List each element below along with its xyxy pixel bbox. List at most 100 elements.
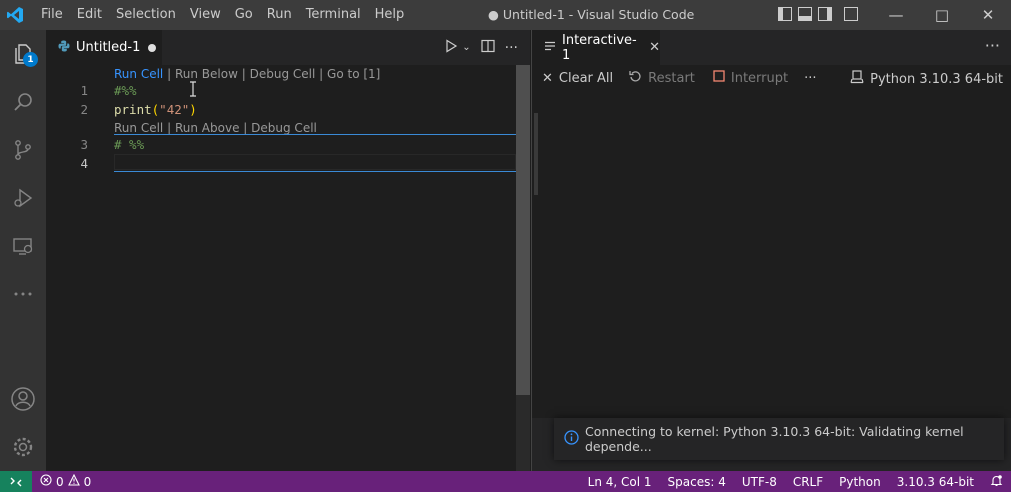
run-cell-link[interactable]: Run Cell [114, 121, 163, 135]
toggle-panel-icon[interactable] [798, 7, 812, 21]
source-control-icon[interactable] [0, 126, 46, 174]
python-interpreter[interactable]: 3.10.3 64-bit [889, 475, 982, 489]
toggle-secondary-sidebar-icon[interactable] [818, 7, 832, 21]
clear-all-button[interactable]: ✕ Clear All [542, 71, 613, 86]
layout-controls [778, 7, 858, 21]
encoding[interactable]: UTF-8 [734, 475, 785, 489]
text-cursor-icon [189, 81, 197, 97]
notifications-bell-icon[interactable] [982, 474, 1011, 490]
tab-label: Untitled-1 [76, 40, 141, 55]
current-line-highlight [114, 154, 516, 170]
interactive-tab-bar: Interactive-1 ✕ ··· [532, 30, 1011, 65]
code-line-3: # %% [114, 137, 145, 152]
kernel-label: Python 3.10.3 64-bit [870, 71, 1003, 87]
menu-view[interactable]: View [183, 0, 228, 30]
explorer-icon[interactable]: 1 [0, 30, 46, 78]
menu-run[interactable]: Run [260, 0, 299, 30]
maximize-icon[interactable]: □ [919, 0, 965, 30]
menu-bar: File Edit Selection View Go Run Terminal… [34, 0, 411, 30]
stop-icon [713, 70, 725, 86]
restart-label: Restart [648, 70, 695, 86]
more-actions-icon[interactable]: ··· [505, 40, 518, 56]
paren-token: ) [189, 102, 197, 117]
split-editor-icon[interactable] [481, 39, 495, 57]
accounts-icon[interactable] [0, 375, 46, 423]
error-icon [40, 474, 52, 489]
cell-separator-line [114, 134, 530, 135]
more-views-icon[interactable] [0, 270, 46, 318]
interactive-scroll-indicator[interactable] [534, 113, 538, 195]
scrollbar-thumb[interactable] [516, 65, 530, 395]
more-toolbar-icon[interactable]: ··· [804, 71, 816, 86]
editor-group-left: Untitled-1 ⌄ ··· Run Cell | Run Below | … [46, 30, 530, 471]
title-bar: File Edit Selection View Go Run Terminal… [0, 0, 1011, 30]
interrupt-button[interactable]: Interrupt [713, 70, 788, 86]
menu-go[interactable]: Go [228, 0, 260, 30]
remote-explorer-icon[interactable] [0, 222, 46, 270]
line-number: 3 [80, 137, 88, 152]
line-number: 4 [80, 156, 88, 171]
menu-selection[interactable]: Selection [109, 0, 183, 30]
error-count: 0 [56, 474, 64, 489]
notification-toast: Connecting to kernel: Python 3.10.3 64-b… [554, 418, 1004, 460]
editor-tab-bar: Untitled-1 ⌄ ··· [46, 30, 530, 65]
tab-untitled-1[interactable]: Untitled-1 [46, 30, 162, 65]
python-file-icon [58, 40, 70, 56]
vertical-scrollbar[interactable] [516, 65, 530, 471]
remote-indicator-icon[interactable] [0, 471, 32, 492]
end-of-line[interactable]: CRLF [785, 475, 831, 489]
kernel-picker[interactable]: Python 3.10.3 64-bit [850, 70, 1003, 88]
run-above-link[interactable]: Run Above [175, 121, 239, 135]
vscode-logo-icon [0, 0, 30, 30]
unsaved-dot-icon[interactable] [148, 44, 156, 52]
explorer-badge: 1 [23, 52, 38, 67]
menu-edit[interactable]: Edit [70, 0, 109, 30]
codelens-cell-1: Run Cell | Run Below | Debug Cell | Go t… [114, 67, 380, 81]
run-below-link[interactable]: Run Below [175, 67, 238, 81]
string-token: "42" [159, 102, 190, 117]
close-window-icon[interactable]: ✕ [965, 0, 1011, 30]
clear-all-label: Clear All [558, 70, 614, 86]
restart-icon [629, 70, 642, 87]
more-actions-icon[interactable]: ··· [985, 36, 1000, 55]
minimize-icon[interactable]: — [873, 0, 919, 30]
debug-cell-link[interactable]: Debug Cell [251, 121, 317, 135]
goto-link[interactable]: Go to [1] [327, 67, 380, 81]
toggle-sidebar-icon[interactable] [778, 7, 792, 21]
menu-help[interactable]: Help [368, 0, 412, 30]
kernel-server-icon [850, 70, 864, 88]
customize-layout-icon[interactable] [844, 7, 858, 21]
tab-interactive-1[interactable]: Interactive-1 ✕ [532, 30, 660, 65]
problems-indicator[interactable]: 0 0 [40, 473, 92, 489]
restart-button[interactable]: Restart [629, 70, 695, 87]
interactive-window-icon [544, 40, 556, 56]
run-cell-link[interactable]: Run Cell [114, 67, 163, 81]
menu-file[interactable]: File [34, 0, 70, 30]
search-icon[interactable] [0, 78, 46, 126]
manage-gear-icon[interactable] [0, 423, 46, 471]
run-debug-icon[interactable] [0, 174, 46, 222]
menu-terminal[interactable]: Terminal [299, 0, 368, 30]
codelens-separator: | [167, 121, 172, 135]
run-dropdown-chevron-down-icon[interactable]: ⌄ [462, 42, 470, 53]
line-number: 1 [80, 83, 88, 98]
code-line-2: print("42") [114, 102, 197, 117]
codelens-cell-2: Run Cell | Run Above | Debug Cell [114, 121, 317, 135]
close-icon: ✕ [542, 70, 553, 86]
notification-message: Connecting to kernel: Python 3.10.3 64-b… [585, 424, 964, 454]
window-title: ● Untitled-1 - Visual Studio Code [488, 7, 695, 22]
cursor-position[interactable]: Ln 4, Col 1 [580, 475, 660, 489]
debug-cell-link[interactable]: Debug Cell [250, 67, 316, 81]
indentation[interactable]: Spaces: 4 [660, 475, 734, 489]
warning-count: 0 [83, 474, 92, 489]
code-editor[interactable]: Run Cell | Run Below | Debug Cell | Go t… [46, 65, 530, 471]
close-tab-icon[interactable]: ✕ [649, 40, 660, 55]
status-bar: 0 0 Ln 4, Col 1 Spaces: 4 UTF-8 CRLF Pyt… [0, 471, 1011, 492]
language-mode[interactable]: Python [831, 475, 889, 489]
interactive-window: Interactive-1 ✕ ··· ✕ Clear All Restart … [531, 30, 1011, 471]
info-icon [564, 430, 579, 448]
line-number: 2 [80, 102, 88, 117]
run-file-icon[interactable] [444, 38, 458, 57]
function-token: print [114, 102, 152, 117]
codelens-separator: | [319, 67, 324, 81]
